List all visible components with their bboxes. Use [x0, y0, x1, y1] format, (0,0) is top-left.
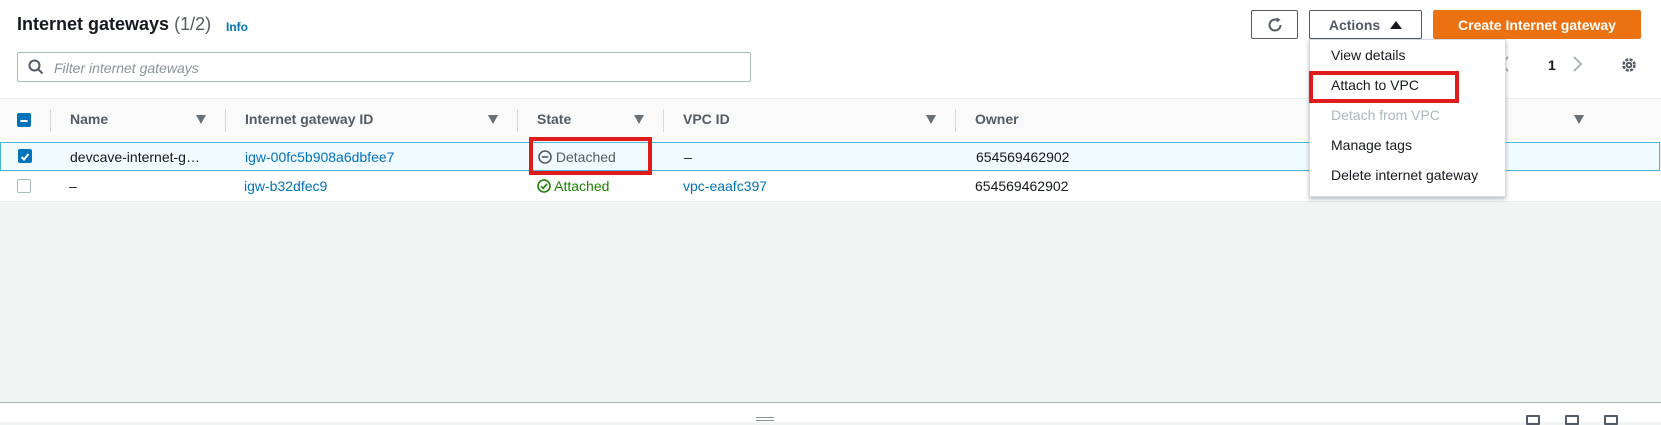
gear-icon[interactable]: [1620, 56, 1638, 74]
owner-id: 654569462902: [976, 149, 1070, 165]
column-divider: [955, 109, 956, 132]
next-page-icon[interactable]: [1570, 55, 1584, 73]
state-status: Attached: [537, 178, 609, 194]
row-checkbox[interactable]: [18, 149, 32, 163]
panel-side-icon[interactable]: [1604, 415, 1618, 425]
owner-id: 654569462902: [975, 178, 1069, 194]
page-title: Internet gateways (1/2): [17, 14, 211, 35]
filter-search-box[interactable]: [17, 52, 751, 82]
column-divider: [517, 109, 518, 132]
panel-split-icon[interactable]: [1565, 415, 1579, 425]
search-input[interactable]: [52, 57, 736, 79]
sort-icon[interactable]: [1574, 115, 1584, 124]
sort-icon[interactable]: [926, 115, 936, 124]
sort-icon[interactable]: [196, 115, 206, 124]
menu-item-delete-internet-gateway[interactable]: Delete internet gateway: [1331, 167, 1478, 183]
selection-count: (1/2): [174, 14, 212, 34]
sort-icon[interactable]: [488, 115, 498, 124]
row-checkbox[interactable]: [17, 179, 31, 193]
state-status: Detached: [538, 149, 616, 165]
menu-item-attach-to-vpc[interactable]: Attach to VPC: [1331, 77, 1419, 93]
state-label: Detached: [555, 149, 616, 165]
create-button-label: Create Internet gateway: [1458, 16, 1616, 33]
check-circle-icon: [537, 179, 551, 193]
page-number[interactable]: 1: [1548, 57, 1556, 73]
panel-bottom-icon[interactable]: [1526, 415, 1540, 425]
refresh-icon: [1268, 17, 1281, 31]
actions-button[interactable]: Actions: [1309, 10, 1422, 39]
column-divider: [225, 109, 226, 132]
column-header-name[interactable]: Name: [70, 111, 108, 127]
split-panel-bar: [0, 402, 1661, 425]
column-header-gateway-id[interactable]: Internet gateway ID: [245, 111, 373, 127]
gateway-id-link[interactable]: igw-00fc5b908a6dbfee7: [245, 149, 394, 165]
column-header-owner[interactable]: Owner: [975, 111, 1019, 127]
actions-button-label: Actions: [1328, 16, 1381, 33]
refresh-button[interactable]: [1251, 10, 1298, 39]
menu-item-manage-tags[interactable]: Manage tags: [1331, 137, 1412, 153]
caret-up-icon: [1390, 20, 1403, 29]
row-name: devcave-internet-g…: [70, 149, 200, 165]
menu-item-view-details[interactable]: View details: [1331, 47, 1405, 63]
indeterminate-icon: [20, 120, 28, 122]
column-header-vpc-id[interactable]: VPC ID: [683, 111, 730, 127]
gateway-id-link[interactable]: igw-b32dfec9: [244, 178, 327, 194]
actions-dropdown-menu: View details Attach to VPC Detach from V…: [1309, 39, 1506, 197]
search-icon: [28, 59, 44, 75]
vpc-id-link[interactable]: vpc-eaafc397: [683, 178, 767, 194]
column-divider: [50, 109, 51, 132]
vpc-id: –: [684, 149, 692, 165]
sort-icon[interactable]: [634, 115, 644, 124]
info-link[interactable]: Info: [226, 20, 248, 34]
detached-status-icon: [538, 150, 552, 164]
state-label: Attached: [554, 178, 610, 194]
create-internet-gateway-button[interactable]: Create Internet gateway: [1433, 10, 1641, 39]
resize-handle-icon[interactable]: [756, 417, 774, 421]
row-name: –: [69, 178, 77, 194]
checkmark-icon: [20, 153, 30, 161]
page-title-text: Internet gateways: [17, 14, 170, 34]
menu-item-detach-from-vpc: Detach from VPC: [1331, 107, 1440, 123]
select-all-checkbox[interactable]: [17, 113, 31, 127]
main-panel: Internet gateways (1/2) Info Actions Cre…: [0, 0, 1661, 402]
column-divider: [663, 109, 664, 132]
column-header-state[interactable]: State: [537, 111, 571, 127]
